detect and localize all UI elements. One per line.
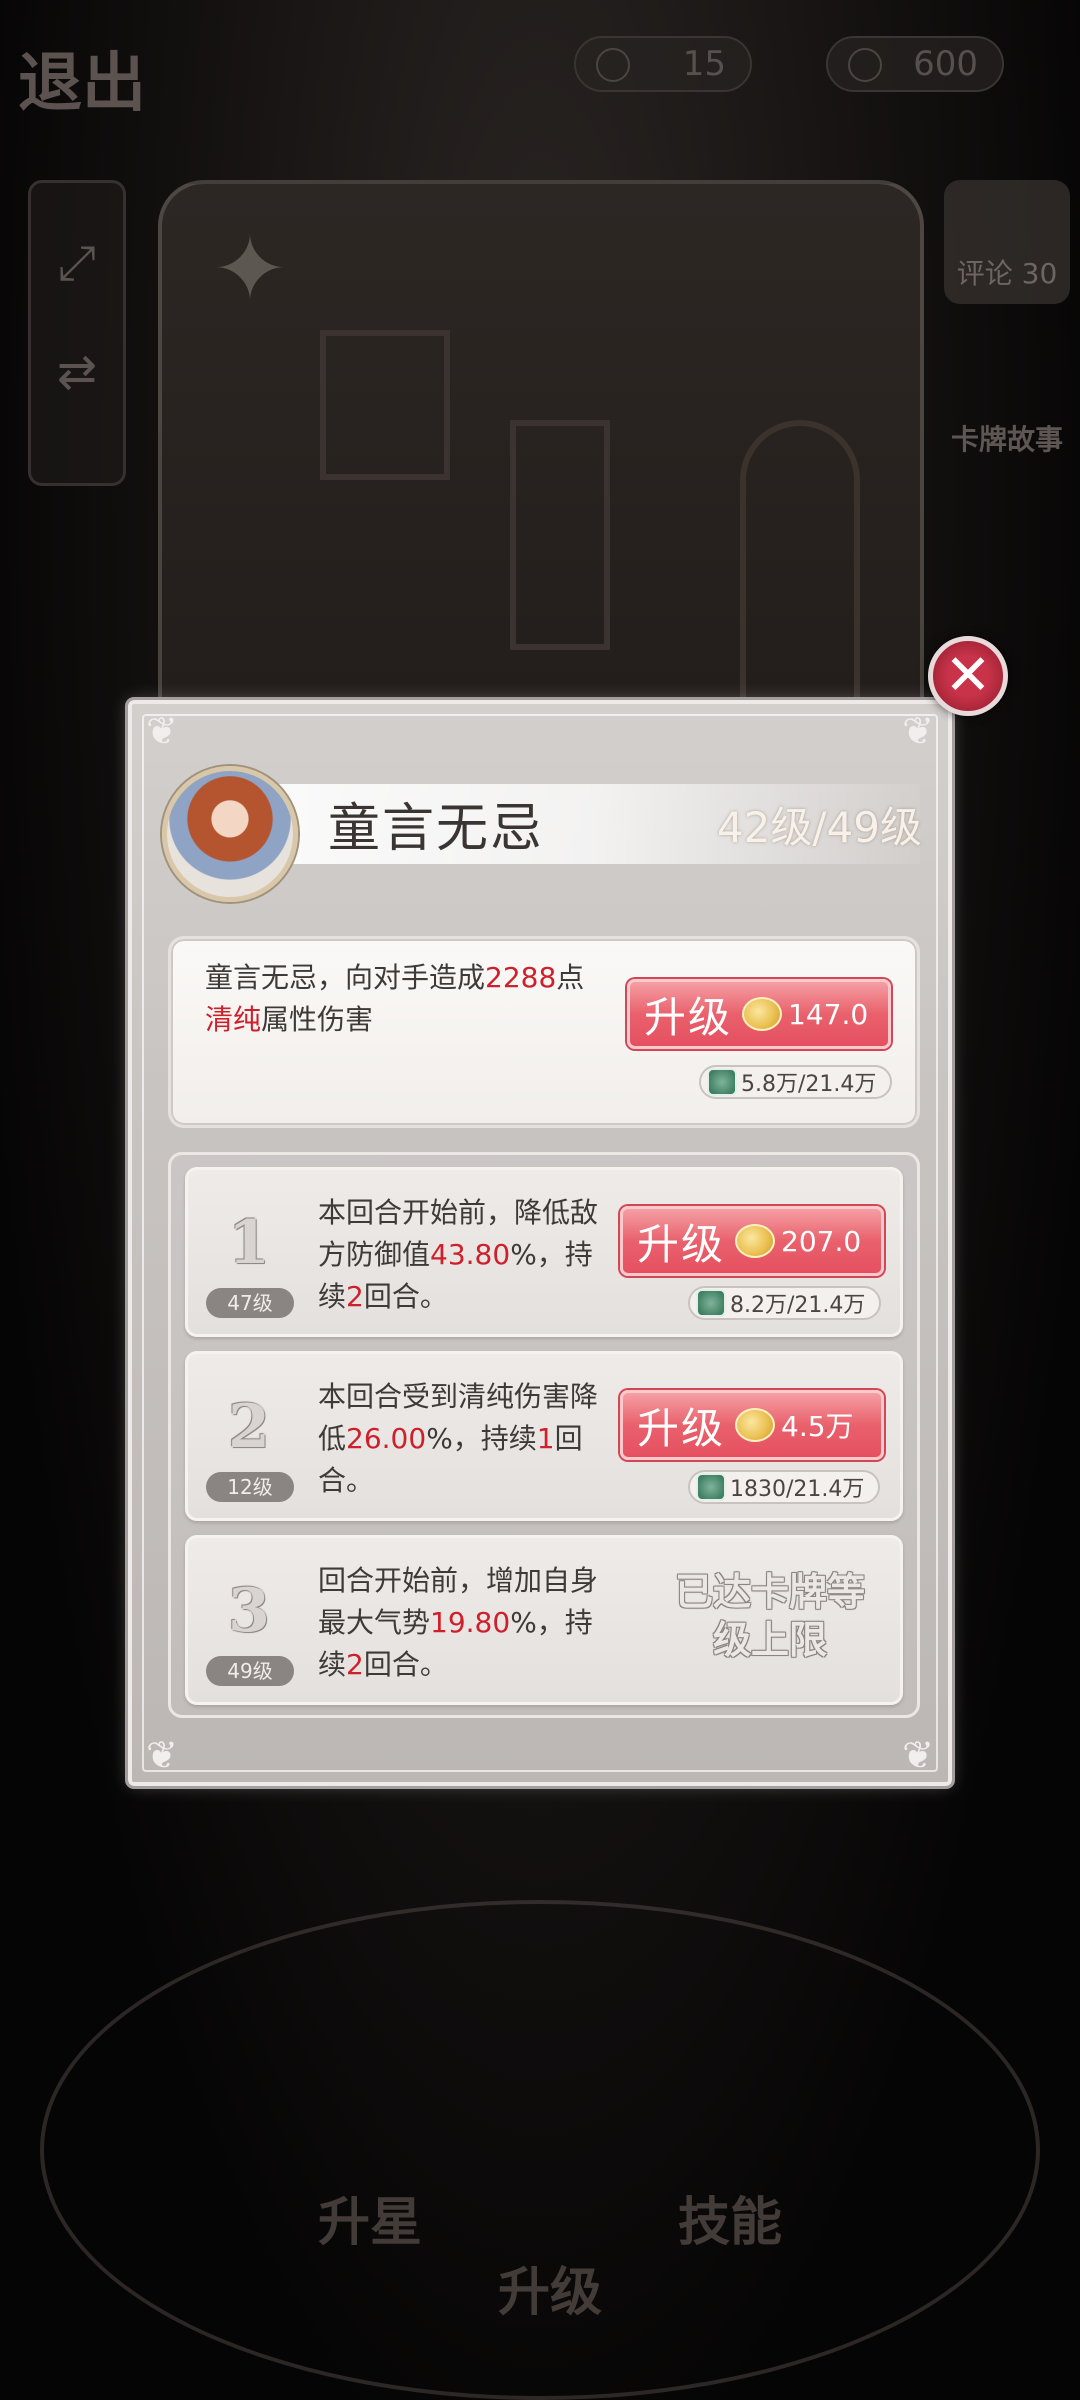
- gem-icon: [596, 48, 630, 82]
- effect-value: 26.00: [346, 1422, 427, 1455]
- ornament-icon: ❦: [902, 709, 934, 753]
- token-currency: 600: [826, 36, 1004, 92]
- skill-level: 12级: [206, 1472, 294, 1502]
- resource-amount: 8.2万/21.4万: [730, 1293, 866, 1318]
- desc-text: 回合。: [363, 1648, 448, 1681]
- fullscreen-icon[interactable]: ⤢: [31, 235, 123, 292]
- sub-skill-upgrade-button[interactable]: 升级 207.0: [620, 1206, 884, 1276]
- effect-value: 43.80: [430, 1238, 511, 1271]
- nav-star-up[interactable]: 升星: [318, 2180, 422, 2255]
- coin-icon: [735, 1224, 776, 1258]
- card-name: 童言无忌: [328, 799, 545, 859]
- coin-icon: [735, 1408, 776, 1442]
- skill-level: 47级: [206, 1288, 294, 1318]
- ornament-icon: ❦: [902, 1733, 934, 1777]
- token-count: 600: [913, 44, 978, 84]
- material-icon: [696, 1289, 726, 1317]
- nav-skill[interactable]: 技能: [678, 2180, 782, 2255]
- sub-skill-row: 3 49级 回合开始前，增加自身最大气势19.80%，持续2回合。 已达卡牌等级…: [185, 1535, 903, 1705]
- sub-skill-row: 1 47级 本回合开始前，降低敌方防御值43.80%，持续2回合。 升级 207…: [185, 1167, 903, 1337]
- card-avatar: [162, 766, 298, 902]
- coin-icon: [742, 997, 783, 1031]
- sub-skill-description: 本回合开始前，降低敌方防御值43.80%，持续2回合。: [318, 1192, 598, 1318]
- resource-counter: 1830/21.4万: [688, 1470, 881, 1504]
- desc-text: 属性伤害: [261, 1003, 374, 1036]
- max-level-label: 已达卡牌等级上限: [674, 1569, 865, 1662]
- background-painting: [510, 420, 610, 650]
- turn-count: 2: [346, 1648, 364, 1681]
- gem-count: 15: [682, 44, 726, 84]
- sub-skill-upgrade-button[interactable]: 升级 4.5万: [620, 1390, 884, 1460]
- material-icon: [707, 1068, 737, 1096]
- desc-text: %，持续: [426, 1422, 537, 1455]
- skill-index-badge: 1: [228, 1208, 270, 1278]
- star-emblem-icon: ✦: [212, 217, 288, 322]
- upgrade-label: 升级: [637, 1403, 726, 1453]
- resource-amount: 1830/21.4万: [730, 1477, 865, 1502]
- sub-skill-description: 回合开始前，增加自身最大气势19.80%，持续2回合。: [318, 1560, 598, 1686]
- sub-skill-row: 2 12级 本回合受到清纯伤害降低26.00%，持续1回合。 升级 4.5万 1…: [185, 1351, 903, 1521]
- upgrade-label: 升级: [644, 992, 733, 1042]
- skill-level: 49级: [206, 1656, 294, 1686]
- card-level: 42级/49级: [716, 803, 922, 852]
- nav-level-up[interactable]: 升级: [498, 2250, 602, 2325]
- damage-value: 2288: [485, 961, 557, 994]
- skill-index-badge: 3: [228, 1576, 270, 1646]
- close-icon[interactable]: ✕: [928, 636, 1008, 716]
- resource-counter: 5.8万/21.4万: [699, 1065, 893, 1099]
- upgrade-cost: 147.0: [788, 997, 869, 1031]
- comment-button[interactable]: 评论 30: [944, 180, 1070, 304]
- desc-text: 回合。: [363, 1280, 448, 1313]
- token-icon: [848, 48, 882, 82]
- card-story-button[interactable]: 卡牌故事: [944, 340, 1070, 460]
- upgrade-cost: 4.5万: [781, 1410, 854, 1443]
- main-skill-upgrade-button[interactable]: 升级 147.0: [627, 979, 891, 1049]
- upgrade-cost: 207.0: [781, 1224, 862, 1258]
- card-story-label: 卡牌故事: [950, 423, 1063, 456]
- material-icon: [696, 1473, 726, 1501]
- resource-amount: 5.8万/21.4万: [741, 1072, 877, 1097]
- effect-value: 19.80: [430, 1606, 511, 1639]
- element-type: 清纯: [205, 1003, 262, 1036]
- sub-skill-panel: 1 47级 本回合开始前，降低敌方防御值43.80%，持续2回合。 升级 207…: [168, 1152, 920, 1718]
- comment-label: 评论 30: [956, 257, 1058, 290]
- left-toolbar: ⤢ ⇄: [28, 180, 126, 486]
- main-skill-description: 童言无忌，向对手造成2288点清纯属性伤害: [205, 957, 645, 1041]
- sub-skill-description: 本回合受到清纯伤害降低26.00%，持续1回合。: [318, 1376, 598, 1502]
- exit-button[interactable]: 退出: [18, 32, 188, 121]
- resource-counter: 8.2万/21.4万: [688, 1286, 882, 1320]
- background-painting: [320, 330, 450, 480]
- main-skill-card: 童言无忌，向对手造成2288点清纯属性伤害 升级 147.0 5.8万/21.4…: [168, 936, 920, 1128]
- swap-icon[interactable]: ⇄: [31, 344, 123, 400]
- desc-text: 童言无忌，向对手造成: [205, 961, 486, 994]
- ornament-icon: ❦: [146, 709, 178, 753]
- gem-currency: 15: [574, 36, 752, 92]
- background-ornament-arc: [40, 1900, 1040, 2400]
- ornament-icon: ❦: [146, 1733, 178, 1777]
- turn-count: 1: [536, 1422, 555, 1455]
- skill-upgrade-dialog: ❦ ❦ ❦ ❦ 童言无忌 42级/49级 童言无忌，向对手造成2288点清纯属性…: [128, 700, 952, 1786]
- skill-index-badge: 2: [228, 1392, 270, 1462]
- turn-count: 2: [346, 1280, 364, 1313]
- desc-text: 点: [556, 961, 585, 994]
- upgrade-label: 升级: [637, 1219, 726, 1269]
